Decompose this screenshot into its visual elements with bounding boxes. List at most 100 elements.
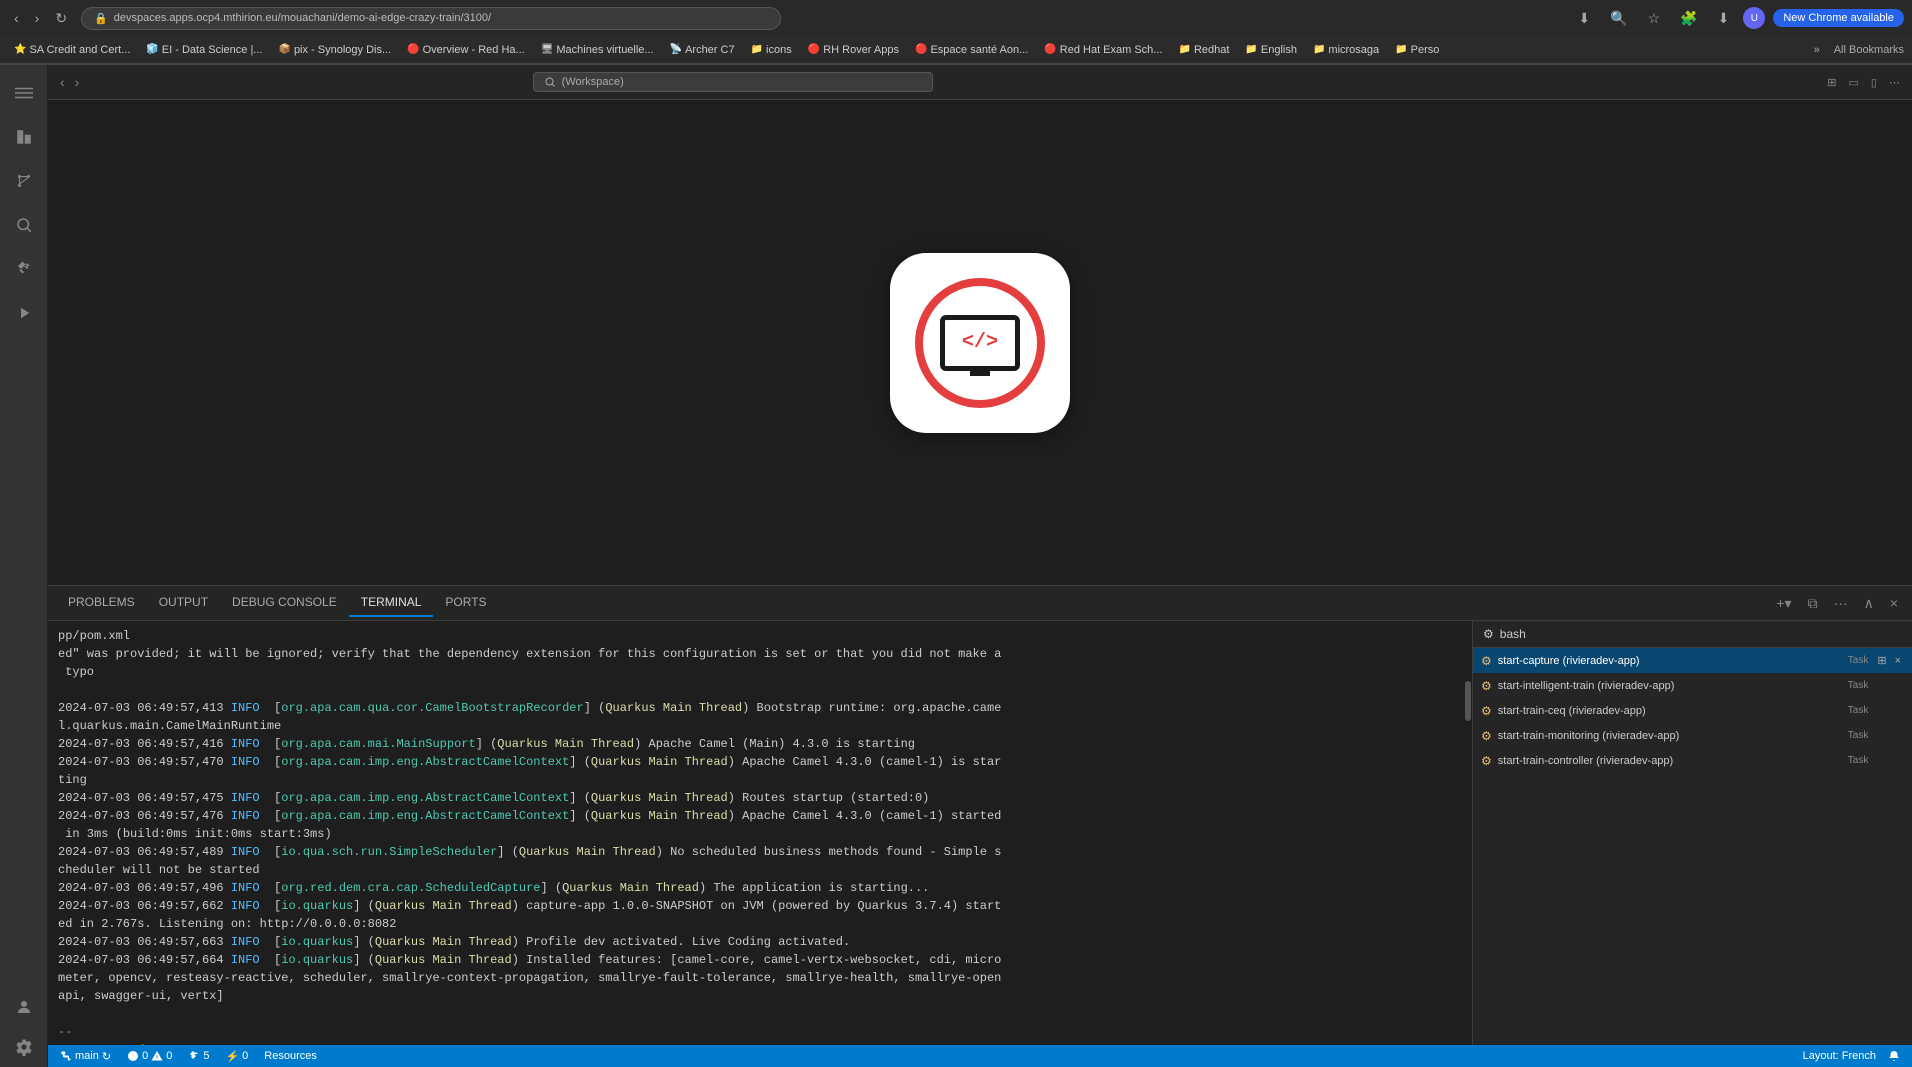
bookmark-icons[interactable]: 📁 icons	[745, 42, 798, 58]
panel-close-button[interactable]: ×	[1884, 593, 1904, 614]
layout-more-button[interactable]: ⋯	[1885, 74, 1904, 91]
all-bookmarks-button[interactable]: All Bookmarks	[1834, 44, 1904, 56]
bookmark-label-redhat: Redhat	[1194, 44, 1229, 56]
terminal-close-controller[interactable]: ×	[1892, 753, 1904, 768]
terminal-item-label-intelligent: Task	[1848, 680, 1869, 691]
activity-explorer-button[interactable]	[4, 117, 44, 157]
tab-problems[interactable]: PROBLEMS	[56, 589, 147, 617]
profile-avatar[interactable]: U	[1743, 7, 1765, 29]
download-button[interactable]: ⬇	[1712, 6, 1736, 31]
bookmark-overview[interactable]: 🔴 Overview - Red Ha...	[401, 42, 531, 58]
activity-extensions-button[interactable]	[4, 249, 44, 289]
activity-settings-button[interactable]	[4, 1027, 44, 1067]
terminal-area[interactable]: pp/pom.xml ed" was provided; it will be …	[48, 621, 1464, 1045]
bookmark-sa-credit[interactable]: ⭐ SA Credit and Cert...	[8, 42, 136, 58]
terminal-split-controller[interactable]: ⊞	[1874, 753, 1889, 768]
workspace-search-placeholder: (Workspace)	[562, 76, 624, 88]
terminal-item-label-ceq: Task	[1848, 705, 1869, 716]
layout-toggle-button[interactable]: ▭	[1845, 74, 1863, 91]
terminal-scrollbar[interactable]	[1464, 621, 1472, 1045]
devtools-button[interactable]: ⬇	[1572, 6, 1596, 31]
terminal-sidebar-header: ⚙ bash	[1473, 621, 1912, 648]
terminal-sidebar: ⚙ bash ⚙ start-capture (rivieradev-app) …	[1472, 621, 1912, 1045]
status-bell-button[interactable]	[1884, 1050, 1904, 1062]
back-button[interactable]: ‹	[8, 6, 25, 30]
bookmark-label-archer: Archer C7	[685, 44, 735, 56]
terminal-list-item-intelligent-train[interactable]: ⚙ start-intelligent-train (rivieradev-ap…	[1473, 673, 1912, 698]
terminal-list-item-train-monitoring[interactable]: ⚙ start-train-monitoring (rivieradev-app…	[1473, 723, 1912, 748]
activity-bottom	[4, 987, 44, 1067]
resources-label: Resources	[264, 1050, 317, 1062]
extension-button[interactable]: 🧩	[1674, 6, 1703, 31]
activity-menu-button[interactable]	[4, 73, 44, 113]
status-ports[interactable]: ⚡ 0	[221, 1050, 252, 1063]
activity-account-button[interactable]	[4, 987, 44, 1027]
terminal-split-capture[interactable]: ⊞	[1874, 653, 1889, 668]
reload-button[interactable]: ↻	[49, 6, 73, 31]
bookmark-english[interactable]: 📁 English	[1239, 42, 1303, 58]
bookmark-ei-data[interactable]: 🧊 EI - Data Science |...	[140, 42, 268, 58]
bookmark-rh-rover[interactable]: 🔴 RH Rover Apps	[802, 42, 905, 58]
bookmark-microsaga[interactable]: 📁 microsaga	[1307, 42, 1385, 58]
terminal-item-name-ceq: start-train-ceq (rivieradev-app)	[1498, 705, 1842, 717]
terminal-split-ceq[interactable]: ⊞	[1874, 703, 1889, 718]
forward-button[interactable]: ›	[29, 6, 46, 30]
activity-search-button[interactable]	[4, 205, 44, 245]
terminal-split-monitoring[interactable]: ⊞	[1874, 728, 1889, 743]
warning-icon	[151, 1050, 163, 1062]
terminal-panel: PROBLEMS OUTPUT DEBUG CONSOLE TERMINAL P…	[48, 585, 1912, 1045]
status-errors[interactable]: 0 0	[123, 1050, 176, 1062]
tab-ports[interactable]: PORTS	[433, 589, 498, 617]
status-extensions[interactable]: 5	[184, 1050, 213, 1062]
search-browser-button[interactable]: 🔍	[1604, 6, 1633, 31]
panel-collapse-button[interactable]: ∧	[1858, 593, 1880, 614]
layout-split-button[interactable]: ⊞	[1823, 74, 1840, 91]
status-branch[interactable]: main ↻	[56, 1050, 115, 1063]
activity-run-button[interactable]	[4, 293, 44, 333]
bookmark-label-sa: SA Credit and Cert...	[29, 44, 130, 56]
terminal-item-label-capture: Task	[1848, 655, 1869, 666]
tab-terminal[interactable]: TERMINAL	[349, 589, 434, 617]
bookmark-icon-pix: 📦	[278, 44, 290, 55]
bookmark-espace[interactable]: 🔴 Espace santé Aon...	[909, 42, 1034, 58]
terminal-split-intelligent[interactable]: ⊞	[1874, 678, 1889, 693]
terminal-close-intelligent[interactable]: ×	[1892, 678, 1904, 693]
bookmark-redhat-exam[interactable]: 🔴 Red Hat Exam Sch...	[1038, 42, 1168, 58]
layout-vertical-button[interactable]: ▯	[1867, 74, 1881, 91]
toolbar-nav: ‹ ›	[56, 72, 83, 92]
bookmark-icon-rh-rover: 🔴	[808, 44, 820, 55]
browser-chrome: ‹ › ↻ 🔒 devspaces.apps.ocp4.mthirion.eu/…	[0, 0, 1912, 65]
tab-output[interactable]: OUTPUT	[147, 589, 220, 617]
bookmark-pix[interactable]: 📦 pix - Synology Dis...	[272, 42, 397, 58]
bookmark-archer[interactable]: 📡 Archer C7	[664, 42, 741, 58]
bookmarks-more-button[interactable]: »	[1808, 42, 1826, 58]
tab-debug-console[interactable]: DEBUG CONSOLE	[220, 589, 349, 617]
activity-source-control-button[interactable]	[4, 161, 44, 201]
new-chrome-badge[interactable]: New Chrome available	[1773, 9, 1904, 27]
bookmark-redhat[interactable]: 📁 Redhat	[1172, 42, 1235, 58]
status-resources[interactable]: Resources	[260, 1050, 321, 1062]
bookmark-button[interactable]: ☆	[1642, 6, 1667, 31]
terminal-line: 2024-07-03 06:49:57,662 INFO [io.quarkus…	[58, 897, 1454, 933]
bookmark-perso[interactable]: 📁 Perso	[1389, 42, 1445, 58]
address-bar[interactable]: 🔒 devspaces.apps.ocp4.mthirion.eu/mouach…	[81, 7, 781, 30]
toolbar-forward-button[interactable]: ›	[71, 72, 84, 92]
bookmark-label-icons: icons	[766, 44, 792, 56]
panel-actions: +▾ ⧉ ··· ∧ ×	[1770, 593, 1904, 614]
terminal-close-capture[interactable]: ×	[1892, 653, 1904, 668]
browser-actions: ⬇ 🔍 ☆ 🧩 ⬇ U New Chrome available	[1572, 6, 1904, 31]
panel-split-button[interactable]: ⧉	[1802, 593, 1824, 614]
terminal-item-name-monitoring: start-train-monitoring (rivieradev-app)	[1498, 730, 1842, 742]
bookmark-label-machines: Machines virtuelle...	[556, 44, 653, 56]
bookmark-machines[interactable]: 🖥 Machines virtuelle...	[535, 42, 660, 58]
terminal-list-item-start-capture[interactable]: ⚙ start-capture (rivieradev-app) Task ⊞ …	[1473, 648, 1912, 673]
terminal-close-monitoring[interactable]: ×	[1892, 728, 1904, 743]
status-layout[interactable]: Layout: French	[1799, 1050, 1880, 1062]
terminal-list-item-train-ceq[interactable]: ⚙ start-train-ceq (rivieradev-app) Task …	[1473, 698, 1912, 723]
toolbar-back-button[interactable]: ‹	[56, 72, 69, 92]
panel-add-button[interactable]: +▾	[1770, 593, 1797, 614]
terminal-close-ceq[interactable]: ×	[1892, 703, 1904, 718]
workspace-search-bar[interactable]: (Workspace)	[533, 72, 933, 92]
panel-more-button[interactable]: ···	[1828, 593, 1854, 614]
terminal-list-item-train-controller[interactable]: ⚙ start-train-controller (rivieradev-app…	[1473, 748, 1912, 773]
